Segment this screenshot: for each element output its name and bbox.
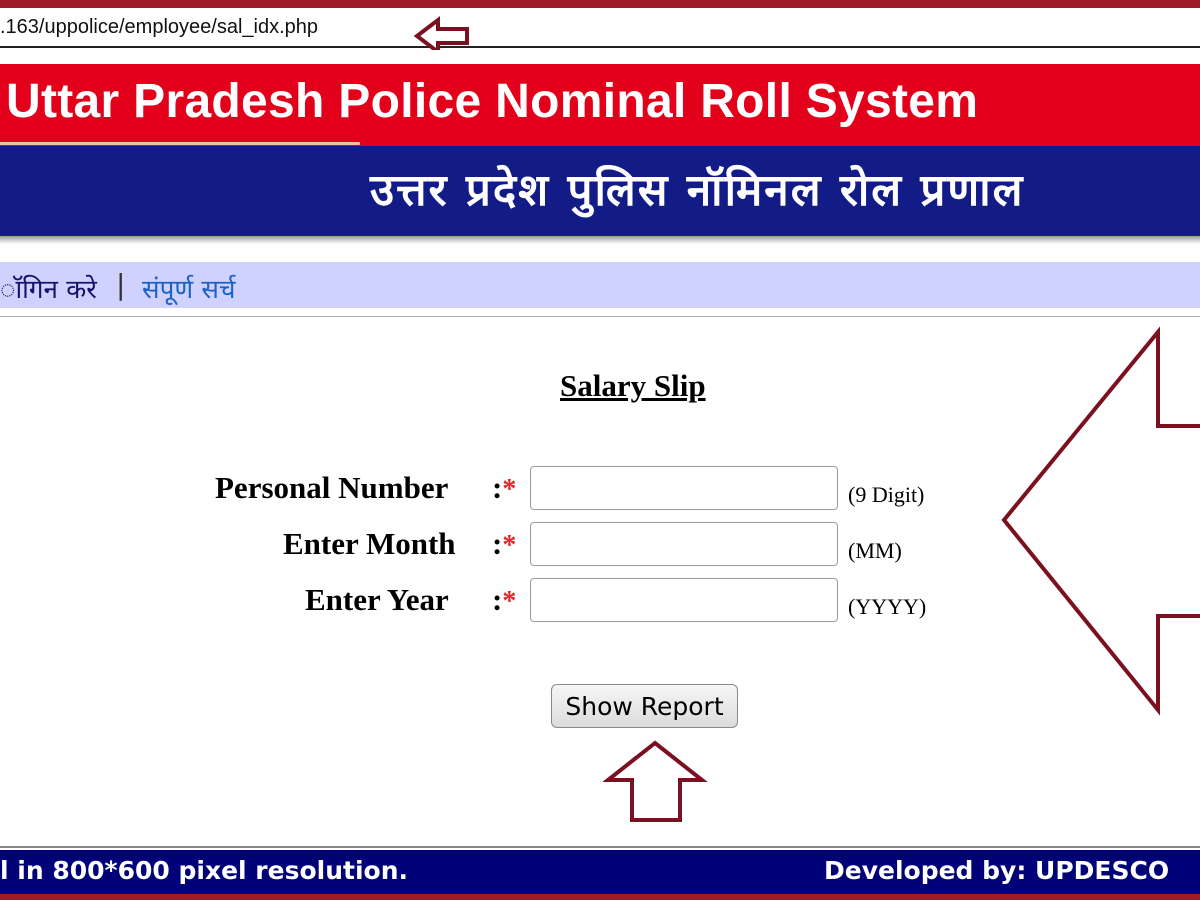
- personal-number-colon: :*: [492, 470, 517, 505]
- form-title: Salary Slip: [560, 368, 706, 403]
- menu-separator: |: [116, 268, 126, 301]
- banner-title-english: Uttar Pradesh Police Nominal Roll System: [6, 75, 979, 128]
- footer-divider: [0, 846, 1200, 848]
- enter-month-hint: (MM): [848, 538, 902, 563]
- show-report-button[interactable]: Show Report: [551, 684, 738, 728]
- required-star: *: [502, 586, 517, 617]
- required-star: *: [502, 530, 517, 561]
- enter-year-label: Enter Year: [305, 582, 449, 617]
- enter-year-input[interactable]: [530, 578, 838, 622]
- footer-developer-credit: Developed by: UPDESCO: [824, 856, 1170, 885]
- header-gap: [0, 50, 1200, 64]
- footer-resolution-note: l in 800*600 pixel resolution.: [0, 856, 409, 885]
- enter-month-input[interactable]: [530, 522, 838, 566]
- enter-year-hint: (YYYY): [848, 594, 927, 619]
- menu-login-link[interactable]: ॉगिन करे: [0, 270, 97, 306]
- banner-underline: [0, 142, 360, 145]
- arrow-up-outline-icon: [602, 740, 708, 822]
- top-border-strip: [0, 0, 1200, 8]
- personal-number-hint: (9 Digit): [848, 482, 925, 507]
- banner-title-hindi: उत्तर प्रदेश पुलिस नॉमिनल रोल प्रणाल: [370, 165, 1025, 216]
- bottom-border-strip: [0, 894, 1200, 900]
- required-star: *: [502, 474, 517, 505]
- personal-number-label: Personal Number: [215, 470, 449, 505]
- browser-url-text[interactable]: .163/uppolice/employee/sal_idx.php: [0, 16, 318, 39]
- banner-shadow: [0, 236, 1200, 244]
- arrow-left-large-outline-icon: [1001, 326, 1200, 716]
- enter-month-colon: :*: [492, 526, 517, 561]
- enter-year-colon: :*: [492, 582, 517, 617]
- personal-number-input[interactable]: [530, 466, 838, 510]
- enter-month-label: Enter Month: [283, 526, 456, 561]
- menu-divider: [0, 316, 1200, 317]
- menu-full-search-link[interactable]: संपूर्ण सर्च: [142, 270, 236, 306]
